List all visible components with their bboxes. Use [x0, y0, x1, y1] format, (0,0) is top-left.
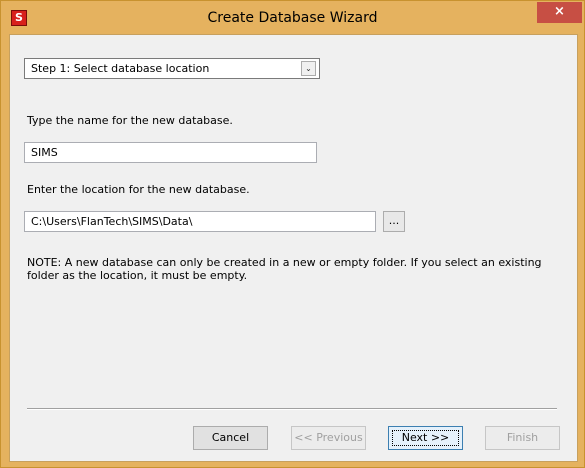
browse-button[interactable]: ... [383, 211, 405, 232]
wizard-body: Step 1: Select database location ⌄ Type … [9, 34, 578, 462]
previous-button[interactable]: << Previous [291, 426, 366, 450]
note-text: NOTE: A new database can only be created… [27, 256, 542, 282]
close-icon: × [554, 4, 565, 19]
step-dropdown[interactable]: Step 1: Select database location ⌄ [24, 58, 320, 79]
wizard-window: S Create Database Wizard × Step 1: Selec… [0, 0, 585, 468]
previous-button-label: << Previous [294, 431, 363, 444]
step-dropdown-value: Step 1: Select database location [31, 62, 210, 75]
next-button-label: Next >> [401, 431, 450, 444]
divider [27, 408, 557, 410]
database-name-input[interactable] [24, 142, 317, 163]
database-location-input[interactable] [24, 211, 376, 232]
title-bar[interactable]: S Create Database Wizard × [1, 1, 584, 34]
close-button[interactable]: × [537, 2, 582, 23]
finish-button-label: Finish [506, 431, 539, 444]
chevron-down-icon[interactable]: ⌄ [301, 61, 316, 76]
finish-button[interactable]: Finish [485, 426, 560, 450]
database-name-label: Type the name for the new database. [27, 114, 233, 127]
database-location-label: Enter the location for the new database. [27, 183, 250, 196]
window-title: Create Database Wizard [207, 10, 378, 26]
cancel-button-label: Cancel [211, 431, 250, 444]
cancel-button[interactable]: Cancel [193, 426, 268, 450]
next-button[interactable]: Next >> [388, 426, 463, 450]
